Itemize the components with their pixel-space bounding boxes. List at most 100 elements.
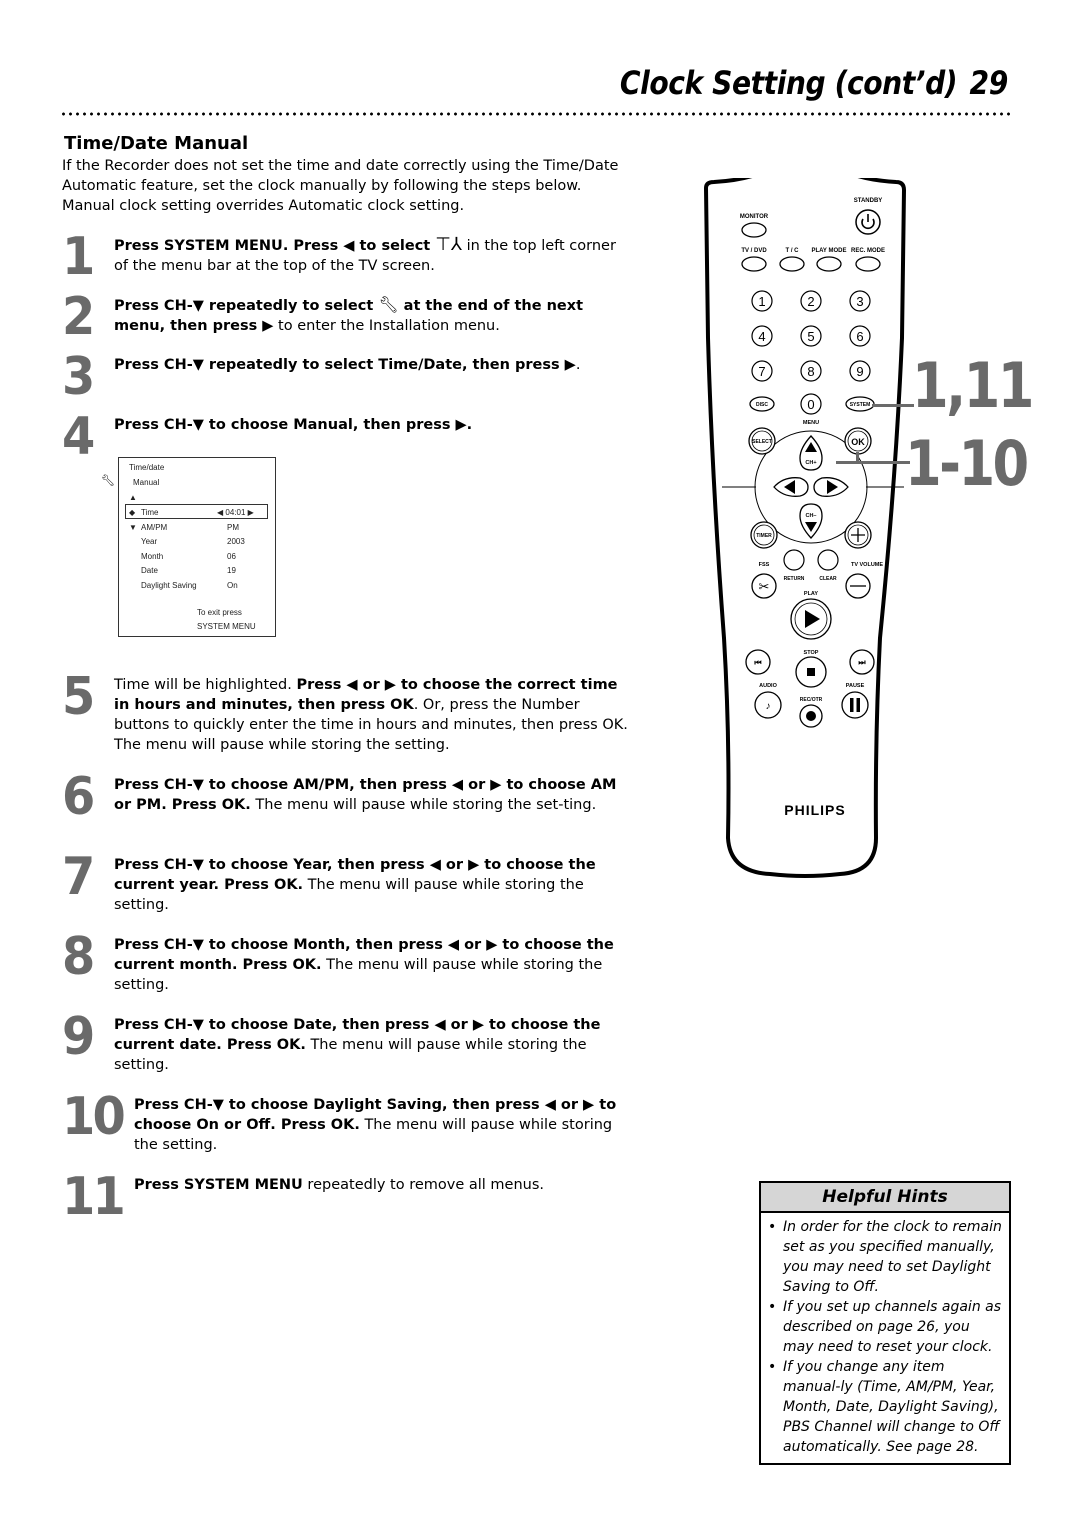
tv-volume-label: TV VOLUME: [851, 562, 883, 568]
remote-control-illustration: STANDBY MONITOR TV / DVD T / C PLAY MODE…: [703, 178, 907, 878]
tc-label: T / C: [786, 248, 800, 254]
row-value: PM: [227, 522, 239, 532]
menu-label: MENU: [803, 420, 819, 426]
step-number: 2: [62, 287, 95, 347]
play-mode-label: PLAY MODE: [811, 248, 846, 254]
ch-plus-label: CH+: [805, 460, 816, 466]
pause-icon: [850, 698, 854, 712]
timer-label: TIMER: [756, 533, 772, 539]
step-number: 4: [62, 407, 95, 467]
scissors-icon: ✂: [759, 579, 770, 594]
step-number: 8: [62, 927, 95, 987]
play-mode-button[interactable]: [816, 256, 842, 272]
clear-button[interactable]: [817, 549, 839, 571]
exit-hint-2: SYSTEM MENU: [197, 622, 256, 631]
audio-icon: ♪: [766, 701, 771, 712]
stop-icon: [807, 668, 815, 676]
page-header: Clock Setting (cont’d) 29: [620, 64, 1008, 102]
row-label: AM/PM: [141, 522, 168, 532]
intro-paragraph: If the Recorder does not set the time an…: [62, 158, 619, 214]
record-icon: [806, 711, 816, 721]
wrench-icon: 🔧︎: [378, 295, 399, 314]
menu-row-time: ◆ Time ◀ 04:01 ▶: [119, 508, 275, 520]
step-number: 11: [62, 1167, 126, 1227]
callout-line-system: [872, 404, 914, 407]
helpful-hints-box: Helpful Hints In order for the clock to …: [759, 1181, 1011, 1465]
step-number: 9: [62, 1007, 95, 1067]
digit-6-label: 6: [856, 329, 863, 344]
step-number: 6: [62, 767, 95, 827]
rec-mode-button[interactable]: [855, 256, 881, 272]
scroll-up-arrow: ▲: [129, 493, 137, 502]
callout-steps-1-10: 1-10: [905, 427, 1029, 500]
dotted-divider: [60, 112, 1010, 116]
menu-title: Time/date: [129, 463, 165, 472]
hint-item: If you change any item manual-ly (Time, …: [761, 1357, 1009, 1457]
digit-2-label: 2: [807, 294, 814, 309]
section-title: Time/Date Manual: [64, 133, 249, 154]
digit-0-label: 0: [807, 397, 814, 412]
digit-8-label: 8: [807, 364, 814, 379]
digit-5-label: 5: [807, 329, 814, 344]
play-label: PLAY: [804, 591, 818, 597]
clear-label: CLEAR: [819, 576, 837, 582]
standby-label: STANDBY: [854, 198, 883, 204]
skip-forward-icon: ⏭: [858, 658, 866, 667]
menu-row-month: Month 06: [119, 552, 275, 564]
step-number: 10: [62, 1087, 126, 1147]
hint-item: If you set up channels again as describe…: [761, 1297, 1009, 1357]
menu-row-date: Date 19: [119, 566, 275, 578]
digit-4-label: 4: [758, 329, 765, 344]
ch-minus-label: CH–: [805, 513, 816, 519]
digit-7-label: 7: [758, 364, 765, 379]
row-value: 19: [227, 566, 236, 575]
monitor-label: MONITOR: [740, 214, 769, 220]
tv-dvd-label: TV / DVD: [741, 248, 767, 254]
step-number: 7: [62, 847, 95, 907]
digit-1-label: 1: [758, 294, 765, 309]
pause-button[interactable]: [841, 691, 869, 719]
digit-9-label: 9: [856, 364, 863, 379]
step-number: 1: [62, 227, 95, 287]
row-label: Year: [141, 537, 158, 546]
digit-3-label: 3: [856, 294, 863, 309]
row-value: 06: [227, 551, 236, 561]
return-label: RETURN: [784, 576, 805, 582]
page-number: 29: [969, 64, 1009, 102]
pause-icon-bar: [856, 698, 860, 712]
row-marker: ◆: [129, 508, 136, 517]
system-label: SYSTEM: [850, 402, 871, 408]
step-number: 5: [62, 667, 95, 727]
stop-label: STOP: [804, 650, 819, 656]
row-value: ◀ 04:01 ▶: [217, 508, 254, 517]
row-label: Time: [141, 508, 159, 517]
row-marker: ▼: [129, 522, 137, 532]
disc-label: DISC: [756, 402, 768, 408]
select-label: SELECT: [752, 439, 772, 445]
return-button[interactable]: [783, 549, 805, 571]
audio-label: AUDIO: [759, 683, 777, 689]
step-number: 3: [62, 347, 95, 407]
system-menu-icon: ⊤⅄: [435, 234, 462, 255]
row-value: On: [227, 580, 238, 590]
menu-row-am-pm: ▼ AM/PM PM: [119, 523, 275, 535]
monitor-button[interactable]: [741, 222, 767, 238]
tv-menu-screen: Time/date Manual ▲ ◆ Time ◀ 04:01 ▶ ▼ AM/PM P…: [118, 457, 276, 637]
wrench-icon: 🔧︎: [101, 474, 115, 487]
tv-dvd-button[interactable]: [741, 256, 767, 272]
row-label: Month: [141, 551, 164, 561]
callout-tick-ok: [856, 452, 859, 462]
page-title: Clock Setting (cont’d): [620, 64, 958, 102]
row-value: 2003: [227, 537, 245, 546]
menu-row-daylight-saving: Daylight Saving On: [119, 581, 275, 593]
philips-logo: PHILIPS: [784, 802, 845, 818]
exit-hint-1: To exit press: [197, 608, 242, 617]
callout-steps-1-11: 1,11: [912, 349, 1034, 422]
pause-label: PAUSE: [846, 683, 865, 689]
rec-mode-label: REC. MODE: [851, 248, 885, 254]
hints-title: Helpful Hints: [761, 1183, 1009, 1213]
tc-button[interactable]: [779, 256, 805, 272]
rec-otr-label: REC/OTR: [800, 697, 823, 703]
menu-row-year: Year 2003: [119, 537, 275, 549]
hint-item: In order for the clock to remain set as …: [761, 1217, 1009, 1297]
